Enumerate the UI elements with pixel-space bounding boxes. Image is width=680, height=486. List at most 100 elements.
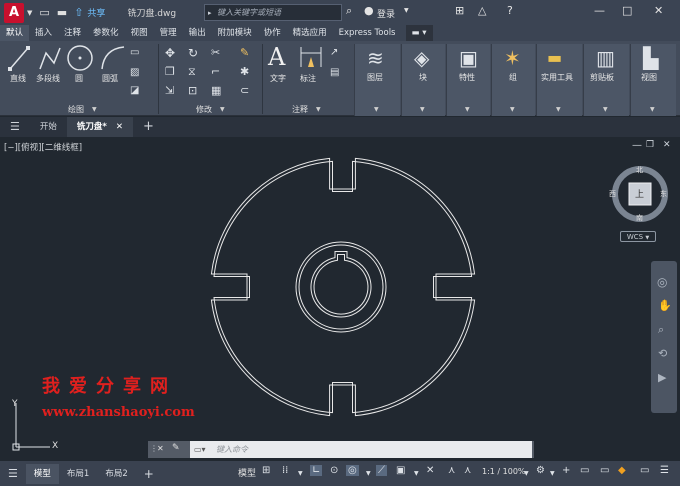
command-input[interactable]: ▭▾ 键入命令 (190, 441, 532, 458)
osnap-dropdown-icon[interactable]: ▼ (414, 470, 419, 477)
tab-express-tools[interactable]: Express Tools (333, 25, 402, 41)
clean-screen-icon[interactable]: ▭ (640, 465, 649, 476)
clipboard-expand-icon[interactable]: ▼ (603, 106, 608, 113)
draw-expand-icon[interactable]: ▼ (92, 106, 97, 113)
new-file-icon[interactable]: ▭ (39, 6, 49, 19)
open-folder-icon[interactable]: ▬ (57, 6, 67, 19)
view-panel[interactable]: ▙ 视图 ▼ (630, 44, 676, 116)
hamburger-menu-icon[interactable]: ☰ (0, 117, 30, 137)
leader-icon[interactable]: ↗ (330, 47, 338, 58)
grid-icon[interactable]: ⊞ (262, 465, 270, 476)
view-expand-icon[interactable]: ▼ (650, 106, 655, 113)
new-layout-icon[interactable]: + (136, 464, 162, 484)
command-close-icon[interactable]: ✕ (157, 444, 164, 453)
gradient-icon[interactable]: ◪ (130, 85, 139, 96)
layers-expand-icon[interactable]: ▼ (374, 106, 379, 113)
polyline-button[interactable]: 多段线 (36, 73, 60, 84)
text-icon[interactable]: A (268, 43, 285, 71)
tab-addins[interactable]: 附加模块 (212, 25, 258, 41)
modify-group-title[interactable]: 修改 (196, 104, 212, 115)
tab-default[interactable]: 默认 (0, 25, 30, 41)
app-logo[interactable]: A (4, 2, 24, 23)
annotation-group-title[interactable]: 注释 (292, 104, 308, 115)
mirror-icon[interactable]: ⧖ (188, 65, 196, 79)
compass-north[interactable]: 北 (636, 165, 643, 175)
group-panel[interactable]: ✶ 组 ▼ (491, 44, 535, 116)
line-icon[interactable] (8, 45, 30, 71)
tab-featured-apps[interactable]: 精选应用 (287, 25, 333, 41)
tab-model[interactable]: 模型 (25, 463, 59, 484)
tab-layout2[interactable]: 布局2 (97, 464, 135, 484)
share-button[interactable]: 共享 (87, 6, 105, 19)
tab-output[interactable]: 输出 (183, 25, 212, 41)
model-space-toggle[interactable]: 模型 (238, 466, 256, 479)
view-button[interactable]: 视图 (641, 72, 657, 83)
hardware-acceleration-icon[interactable]: ◆ (618, 465, 626, 476)
polar-icon[interactable]: ⊙ (330, 465, 338, 476)
showmotion-icon[interactable]: ▶ (658, 371, 666, 384)
isodraft-icon[interactable]: ⟋ (376, 465, 387, 476)
tab-start[interactable]: 开始 (30, 117, 67, 137)
login-dropdown-icon[interactable]: ▼ (404, 7, 409, 14)
snap-dropdown-icon[interactable]: ▼ (298, 470, 303, 477)
compass-south[interactable]: 南 (636, 213, 643, 223)
search-icon[interactable]: ⌕ (346, 4, 352, 18)
user-icon[interactable]: ● (364, 4, 374, 17)
command-settings-icon[interactable]: ✎ (172, 443, 180, 453)
cart-icon[interactable]: ⊞ (455, 4, 464, 17)
utilities-panel[interactable]: ▬ 实用工具 ▼ (536, 44, 582, 116)
polyline-icon[interactable] (38, 45, 62, 71)
workspace-gear-icon[interactable]: ⚙ (536, 465, 545, 476)
drawing-canvas[interactable]: [−][俯视][二维线框] — ❐ ✕ 上 北 南 东 西 WCS ▼ ◎ ✋ … (0, 137, 680, 459)
rotate-icon[interactable]: ↻ (188, 46, 198, 60)
tab-annotate[interactable]: 注释 (58, 25, 87, 41)
login-button[interactable]: 登录 (377, 7, 395, 20)
tab-drawing[interactable]: 铣刀盘* ✕ (66, 117, 133, 137)
modify-expand-icon[interactable]: ▼ (220, 106, 225, 113)
properties-button[interactable]: 特性 (459, 72, 475, 83)
rectangle-icon[interactable]: ▭ (130, 47, 139, 58)
explode-icon[interactable]: ✱ (240, 65, 249, 78)
close-tab-icon[interactable]: ✕ (116, 122, 123, 132)
array-icon[interactable]: ▦ (211, 84, 221, 97)
help-icon[interactable]: ? (507, 4, 513, 17)
share-icon[interactable]: ⇧ (74, 6, 83, 19)
polar-dropdown-icon[interactable]: ▼ (366, 470, 371, 477)
viewcube-top-label[interactable]: 上 (635, 187, 644, 200)
annotation-expand-icon[interactable]: ▼ (316, 106, 321, 113)
lineweight-icon[interactable]: ✕ (426, 465, 434, 476)
scale-dropdown-icon[interactable]: ▼ (524, 470, 529, 477)
compass-east[interactable]: 东 (660, 189, 667, 199)
tab-parametric[interactable]: 参数化 (87, 25, 125, 41)
line-button[interactable]: 直线 (10, 73, 26, 84)
dimension-button[interactable]: 标注 (300, 73, 316, 84)
quick-properties-icon[interactable]: ▭ (600, 465, 609, 476)
clipboard-button[interactable]: 剪贴板 (590, 72, 614, 83)
tab-view[interactable]: 视图 (125, 25, 154, 41)
ortho-icon[interactable]: ∟ (310, 465, 323, 476)
utilities-button[interactable]: 实用工具 (541, 72, 573, 83)
steering-wheel-icon[interactable]: ◎ (657, 275, 667, 289)
annotation-scale-icon[interactable]: ⋏ (448, 465, 455, 476)
copy-icon[interactable]: ❐ (165, 65, 175, 78)
annotation-scale[interactable]: 1:1 / 100% (482, 467, 526, 476)
customize-icon[interactable]: ☰ (660, 465, 669, 476)
object-snap-icon[interactable]: ◎ (346, 465, 359, 476)
command-history-icon[interactable]: ▭▾ (194, 441, 206, 458)
layers-panel[interactable]: ≋ 图层 ▼ (354, 44, 400, 116)
snap-icon[interactable]: ⁞⁞ (282, 465, 288, 476)
menu-chevron-icon[interactable]: ▼ (27, 9, 32, 17)
utilities-expand-icon[interactable]: ▼ (556, 106, 561, 113)
ribbon-options-icon[interactable]: ▬ ▾ (405, 25, 433, 41)
scale-icon[interactable]: ⊡ (188, 84, 197, 97)
block-expand-icon[interactable]: ▼ (420, 106, 425, 113)
block-panel[interactable]: ◈ 块 ▼ (401, 44, 445, 116)
tab-layout1[interactable]: 布局1 (59, 464, 97, 484)
compass-west[interactable]: 西 (609, 189, 616, 199)
trim-icon[interactable]: ✂ (211, 46, 220, 59)
osnap-icon[interactable]: ▣ (396, 465, 405, 476)
offset-icon[interactable]: ⊂ (240, 84, 249, 97)
block-button[interactable]: 块 (419, 72, 427, 83)
layout-menu-icon[interactable]: ☰ (0, 464, 26, 484)
minimize-button[interactable]: — (594, 4, 605, 17)
